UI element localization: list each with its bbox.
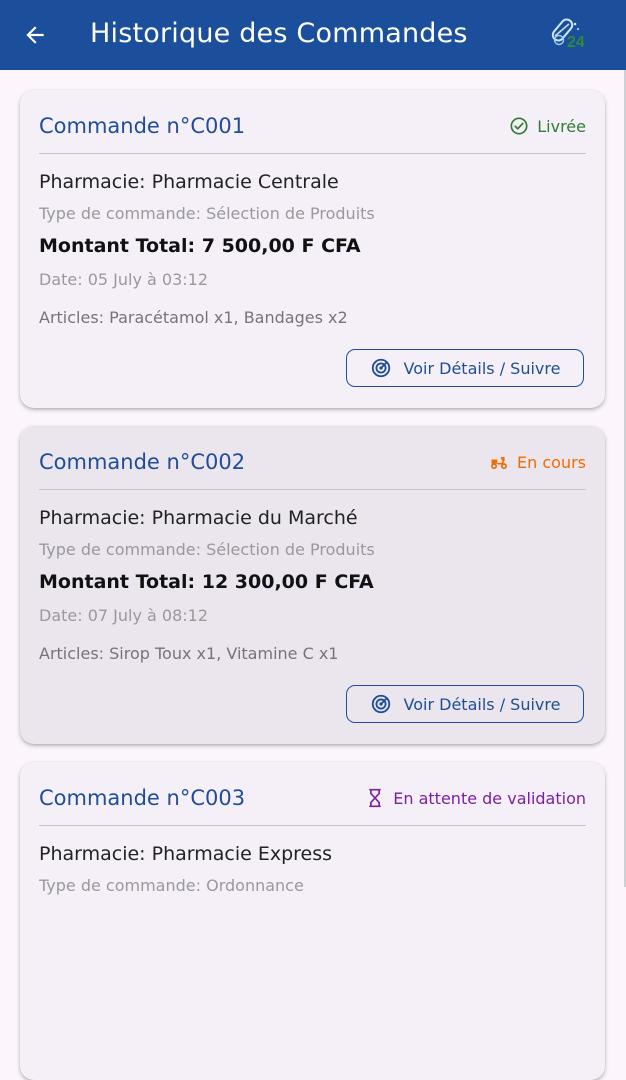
- order-number: Commande n°C003: [39, 786, 246, 810]
- order-items: Articles: Sirop Toux x1, Vitamine C x1: [39, 644, 339, 663]
- check-circle-icon: [510, 117, 528, 135]
- order-number: Commande n°C001: [39, 114, 246, 138]
- delivery-scooter-icon: [491, 457, 508, 470]
- pharmacy-name: Pharmacie: Pharmacie Express: [39, 843, 333, 865]
- order-date: Date: 05 July à 03:12: [39, 270, 209, 289]
- divider: [39, 153, 586, 154]
- divider: [39, 489, 586, 490]
- status-badge: En cours: [489, 450, 586, 474]
- app-bar: Historique des Commandes 24: [0, 0, 626, 70]
- status-label: Livrée: [537, 116, 586, 136]
- status-badge: Livrée: [509, 114, 586, 138]
- page-title: Historique des Commandes: [90, 18, 468, 49]
- order-type: Type de commande: Ordonnance: [39, 876, 304, 895]
- status-badge: En attente de validation: [365, 786, 586, 810]
- view-details-label: Voir Détails / Suivre: [403, 358, 561, 378]
- svg-text:24: 24: [567, 34, 584, 51]
- order-items: Articles: Paracétamol x1, Bandages x2: [39, 308, 348, 327]
- total-amount: Montant Total: 7 500,00 F CFA: [39, 235, 361, 257]
- order-card[interactable]: Commande n°C001 Livrée Pharmacie: Pharma…: [20, 90, 605, 408]
- hourglass-icon: [369, 788, 382, 808]
- view-details-button[interactable]: Voir Détails / Suivre: [346, 685, 584, 723]
- track-radar-icon: [371, 694, 390, 714]
- track-radar-icon: [371, 358, 390, 378]
- total-amount: Montant Total: 12 300,00 F CFA: [39, 571, 374, 593]
- view-details-label: Voir Détails / Suivre: [403, 694, 561, 714]
- divider: [39, 825, 586, 826]
- view-details-button[interactable]: Voir Détails / Suivre: [346, 349, 584, 387]
- order-type: Type de commande: Sélection de Produits: [39, 540, 375, 559]
- order-number: Commande n°C002: [39, 450, 246, 474]
- status-label: En cours: [517, 452, 586, 472]
- order-card[interactable]: Commande n°C003 En attente de validation…: [20, 762, 605, 1080]
- pharmacy-name: Pharmacie: Pharmacie du Marché: [39, 507, 358, 529]
- pharmacy-name: Pharmacie: Pharmacie Centrale: [39, 171, 339, 193]
- order-card[interactable]: Commande n°C002 En cours Pharmacie: Phar…: [20, 426, 605, 744]
- order-type: Type de commande: Sélection de Produits: [39, 204, 375, 223]
- pharmacy-logo-icon: 24: [551, 18, 584, 51]
- order-date: Date: 07 July à 08:12: [39, 606, 209, 625]
- arrow-back-icon[interactable]: [22, 22, 48, 48]
- status-label: En attente de validation: [393, 788, 586, 808]
